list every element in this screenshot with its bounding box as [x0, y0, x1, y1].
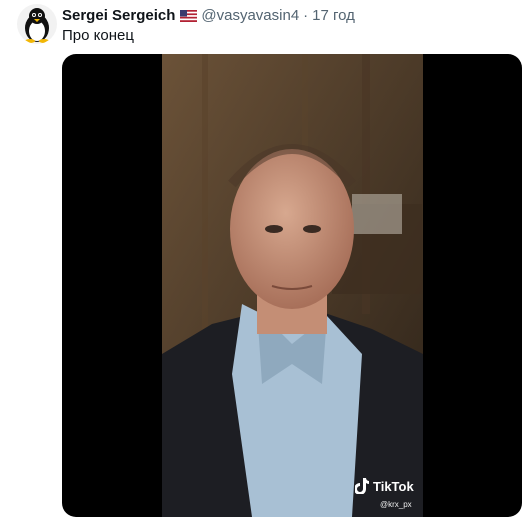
tweet[interactable]: Sergei Sergeich @vasyavasin4 · 17 год Пр… [0, 0, 529, 524]
penguin-avatar-icon [25, 8, 49, 43]
author-handle[interactable]: @vasyavasin4 [201, 7, 299, 24]
tiktok-watermark: TikTok [355, 478, 414, 494]
avatar[interactable] [17, 4, 57, 44]
us-flag-icon [180, 9, 198, 22]
tweet-text: Про конец [62, 27, 134, 44]
video-frame [162, 54, 423, 517]
video-thumbnail [162, 54, 423, 517]
tiktok-logo-icon [355, 478, 369, 494]
video-player[interactable]: TikTok @krx_px [62, 54, 522, 517]
tiktok-brand: TikTok [373, 478, 414, 494]
tweet-header: Sergei Sergeich @vasyavasin4 · 17 год [62, 7, 355, 24]
separator: · [303, 7, 309, 24]
author-name[interactable]: Sergei Sergeich [62, 7, 175, 24]
tiktok-username: @krx_px [380, 500, 412, 509]
timestamp[interactable]: 17 год [312, 7, 355, 24]
